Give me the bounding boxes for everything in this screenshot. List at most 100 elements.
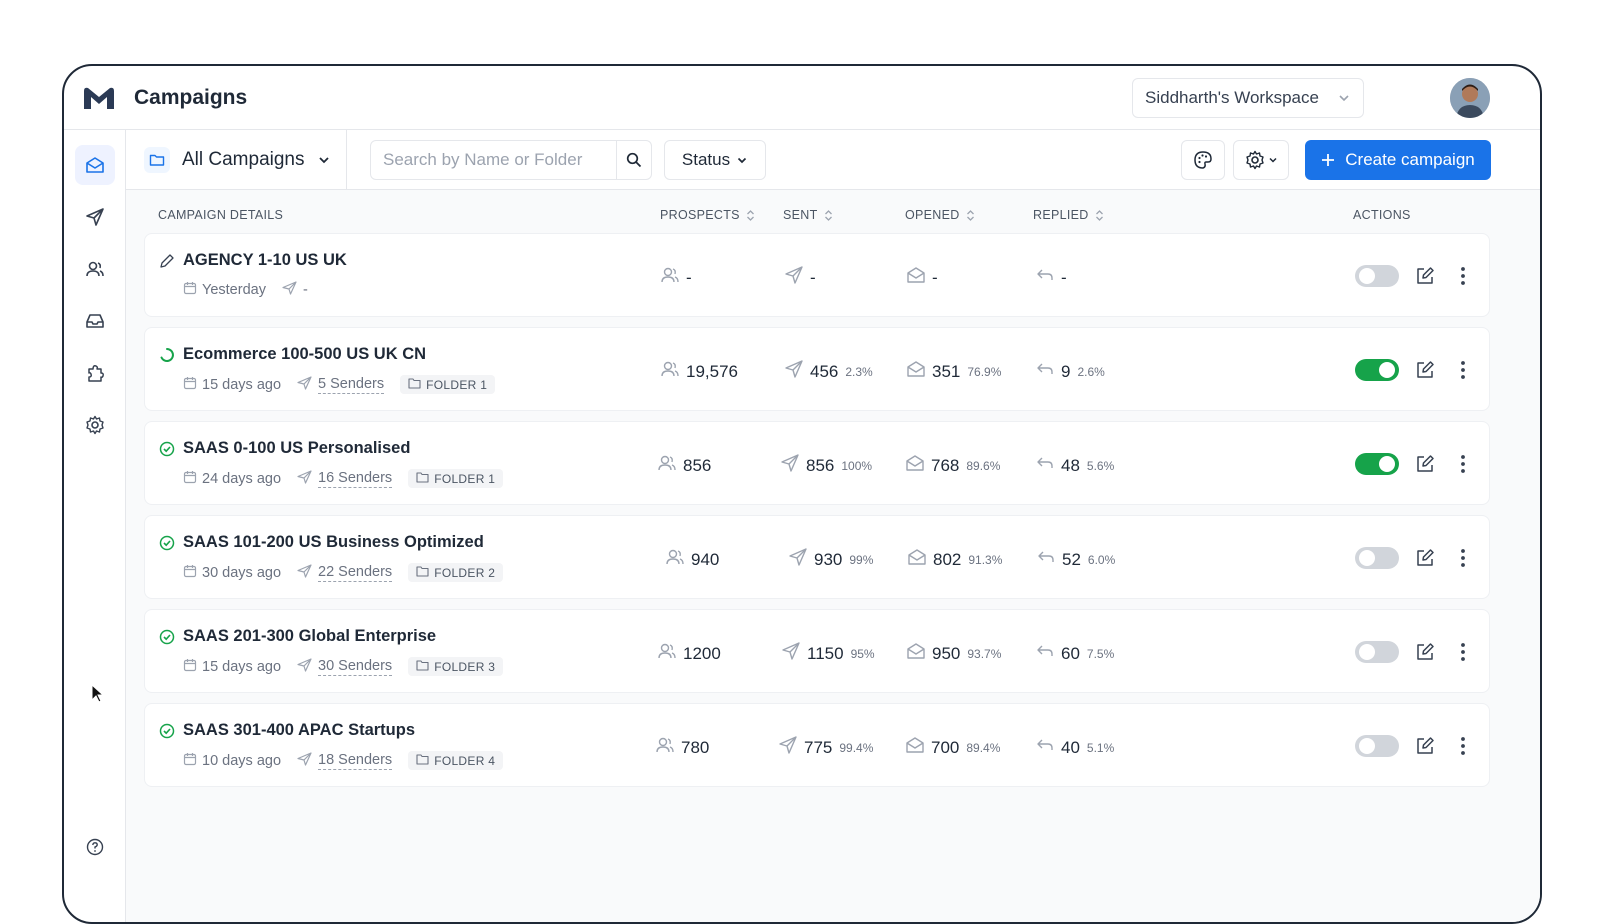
date-label: 24 days ago — [202, 470, 282, 487]
more-options-button[interactable] — [1453, 452, 1473, 476]
metric-opened-value: 700 — [931, 737, 960, 757]
opened-mail-icon — [905, 736, 925, 759]
campaign-name[interactable]: SAAS 0-100 US Personalised — [183, 439, 410, 458]
metric-prospects-value: 940 — [691, 549, 720, 569]
metric-prospects: 940 — [665, 548, 719, 571]
folder-badge[interactable]: FOLDER 3 — [408, 657, 504, 676]
more-vertical-icon — [1461, 737, 1465, 755]
edit-button[interactable] — [1413, 640, 1437, 664]
folder-badge[interactable]: FOLDER 2 — [408, 563, 504, 582]
more-options-button[interactable] — [1453, 546, 1473, 570]
more-vertical-icon — [1461, 361, 1465, 379]
campaign-toggle[interactable] — [1355, 547, 1399, 569]
more-options-button[interactable] — [1453, 734, 1473, 758]
send-icon — [781, 642, 801, 665]
table-row[interactable]: SAAS 201-300 Global Enterprise 15 days a… — [144, 609, 1490, 693]
header-label: PROSPECTS — [660, 208, 740, 222]
sidebar-item-campaigns[interactable] — [75, 145, 115, 185]
reply-icon — [1035, 266, 1055, 289]
folder-badge[interactable]: FOLDER 1 — [408, 469, 504, 488]
toggle-knob — [1359, 268, 1375, 284]
app-logo-icon[interactable] — [82, 83, 116, 113]
edit-button[interactable] — [1413, 452, 1437, 476]
campaign-toggle[interactable] — [1355, 359, 1399, 381]
theme-button[interactable] — [1181, 140, 1225, 180]
sidebar-item-integrations[interactable] — [75, 353, 115, 393]
sidebar-item-help[interactable] — [75, 827, 115, 867]
campaign-meta: 15 days ago 30 Senders FOLDER 3 — [183, 657, 504, 676]
campaign-toggle[interactable] — [1355, 735, 1399, 757]
sidebar-item-prospects[interactable] — [75, 249, 115, 289]
users-icon — [660, 360, 680, 383]
header-label: CAMPAIGN DETAILS — [158, 208, 284, 222]
send-icon — [788, 548, 808, 571]
more-options-button[interactable] — [1453, 264, 1473, 288]
campaign-name[interactable]: SAAS 201-300 Global Enterprise — [183, 627, 436, 646]
campaign-date: 15 days ago — [183, 658, 281, 676]
mouse-cursor-icon — [91, 684, 105, 703]
sidebar-item-send[interactable] — [75, 197, 115, 237]
campaign-name[interactable]: SAAS 301-400 APAC Startups — [183, 721, 415, 740]
metric-opened-percent: 93.7% — [967, 646, 1002, 661]
table-row[interactable]: AGENCY 1-10 US UK Yesterday - - - - - — [144, 233, 1490, 317]
campaign-senders[interactable]: 18 Senders — [297, 752, 393, 770]
mail-icon — [86, 157, 104, 173]
status-draft-icon — [159, 253, 175, 269]
table-row[interactable]: SAAS 0-100 US Personalised 24 days ago 1… — [144, 421, 1490, 505]
table-row[interactable]: SAAS 101-200 US Business Optimized 30 da… — [144, 515, 1490, 599]
metric-prospects-value: - — [686, 267, 692, 287]
header-sent[interactable]: SENT — [783, 208, 833, 222]
metric-sent: 775 99.4% — [778, 736, 873, 759]
search-button[interactable] — [616, 141, 651, 179]
metric-opened-value: 950 — [932, 643, 961, 663]
table-row[interactable]: SAAS 301-400 APAC Startups 10 days ago 1… — [144, 703, 1490, 787]
campaign-date: 15 days ago — [183, 376, 281, 394]
opened-mail-icon — [906, 642, 926, 665]
folder-badge[interactable]: FOLDER 1 — [400, 375, 496, 394]
campaign-toggle[interactable] — [1355, 265, 1399, 287]
users-icon — [657, 642, 677, 665]
campaign-name[interactable]: AGENCY 1-10 US UK — [183, 251, 347, 270]
chevron-down-icon — [1339, 95, 1349, 102]
sidebar-item-inbox[interactable] — [75, 301, 115, 341]
table-row[interactable]: Ecommerce 100-500 US UK CN 15 days ago 5… — [144, 327, 1490, 411]
metric-replied-value: 48 — [1061, 455, 1080, 475]
campaign-name[interactable]: Ecommerce 100-500 US UK CN — [183, 345, 426, 364]
avatar[interactable] — [1450, 78, 1490, 118]
status-complete-icon — [159, 629, 175, 645]
campaign-senders[interactable]: 22 Senders — [297, 564, 393, 582]
folder-select[interactable]: All Campaigns — [144, 141, 331, 179]
sort-icon — [1095, 209, 1103, 221]
more-options-button[interactable] — [1453, 358, 1473, 382]
status-filter-button[interactable]: Status — [664, 140, 766, 180]
header-opened[interactable]: OPENED — [905, 208, 975, 222]
campaign-senders[interactable]: 5 Senders — [297, 376, 385, 394]
campaign-toggle[interactable] — [1355, 641, 1399, 663]
search-input[interactable] — [371, 141, 616, 179]
sidebar-item-settings[interactable] — [75, 405, 115, 445]
edit-button[interactable] — [1413, 264, 1437, 288]
campaign-toggle[interactable] — [1355, 453, 1399, 475]
edit-button[interactable] — [1413, 546, 1437, 570]
header-prospects[interactable]: PROSPECTS — [660, 208, 755, 222]
folder-badge[interactable]: FOLDER 4 — [408, 751, 504, 770]
campaign-senders[interactable]: 16 Senders — [297, 470, 393, 488]
calendar-icon — [183, 564, 197, 582]
workspace-selector[interactable]: Siddharth's Workspace — [1132, 78, 1364, 118]
edit-button[interactable] — [1413, 734, 1437, 758]
folder-icon — [144, 147, 170, 173]
edit-button[interactable] — [1413, 358, 1437, 382]
create-campaign-button[interactable]: Create campaign — [1305, 140, 1491, 180]
campaign-name[interactable]: SAAS 101-200 US Business Optimized — [183, 533, 484, 552]
settings-menu-button[interactable] — [1233, 140, 1289, 180]
inbox-icon — [86, 314, 104, 328]
more-options-button[interactable] — [1453, 640, 1473, 664]
sidebar — [64, 130, 126, 922]
status-complete-icon — [159, 535, 175, 551]
campaign-senders[interactable]: - — [282, 281, 308, 299]
header-replied[interactable]: REPLIED — [1033, 208, 1104, 222]
palette-icon — [1194, 151, 1212, 169]
users-icon — [655, 736, 675, 759]
metric-opened-percent: 89.6% — [966, 458, 1001, 473]
campaign-senders[interactable]: 30 Senders — [297, 658, 393, 676]
